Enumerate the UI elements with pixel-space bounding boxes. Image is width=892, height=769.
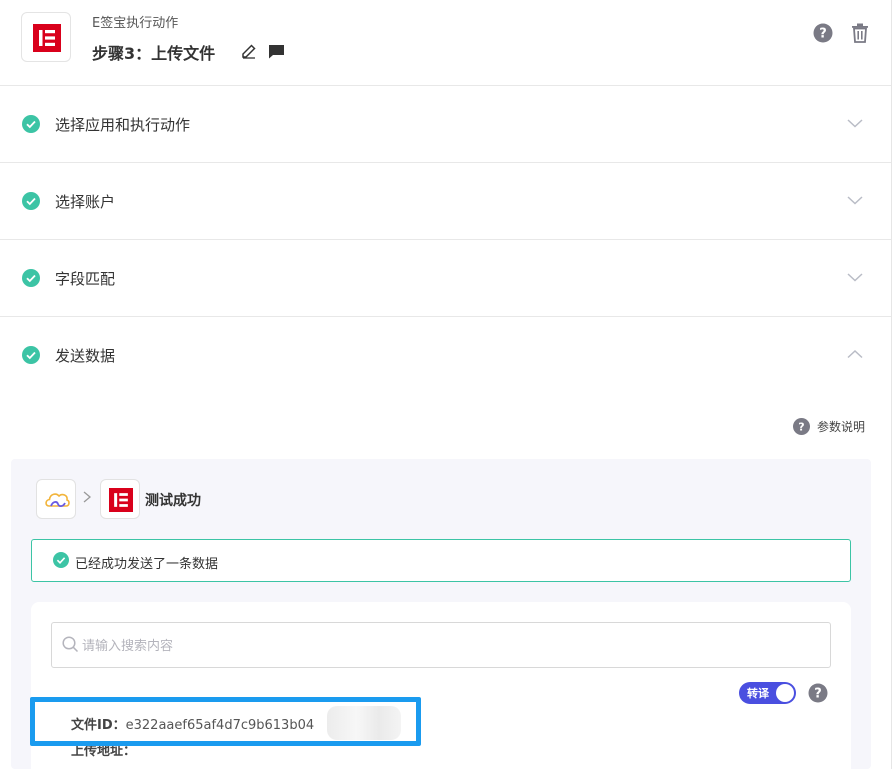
translate-label: 转译 — [747, 687, 769, 700]
svg-text:?: ? — [814, 687, 822, 702]
check-circle-icon — [22, 115, 40, 133]
param-help-link[interactable]: ? 参数说明 — [793, 417, 865, 435]
svg-text:?: ? — [819, 27, 827, 42]
search-icon — [62, 636, 79, 653]
app-name: E签宝执行动作 — [92, 16, 179, 31]
section-select-app[interactable]: 选择应用和执行动作 — [0, 86, 891, 163]
check-circle-icon — [22, 269, 40, 287]
comment-icon[interactable] — [268, 44, 285, 59]
help-icon[interactable]: ? — [808, 683, 828, 703]
success-message: 已经成功发送了一条数据 — [75, 557, 219, 572]
help-icon[interactable]: ? — [813, 23, 833, 43]
section-label: 发送数据 — [55, 347, 116, 365]
step-title: 步骤3：上传文件 — [92, 44, 216, 63]
chevron-up-icon[interactable] — [846, 348, 864, 360]
search-input[interactable] — [82, 635, 782, 657]
toggle-knob — [776, 684, 794, 702]
field-upload-url-value-clipped — [71, 762, 771, 769]
section-send-data[interactable]: 发送数据 — [0, 317, 891, 394]
trigger-app-icon — [36, 479, 76, 519]
translate-toggle[interactable]: 转译 — [739, 682, 796, 704]
esign-app-logo — [21, 12, 71, 62]
step-header: E签宝执行动作 步骤3：上传文件 ? — [0, 0, 891, 86]
chevron-down-icon[interactable] — [846, 271, 864, 283]
svg-text:?: ? — [798, 420, 804, 433]
action-config-page: E签宝执行动作 步骤3：上传文件 ? 选择应用和执行动作 选择账户 字段匹配 发… — [0, 0, 892, 769]
chevron-right-icon — [83, 491, 92, 503]
section-label: 字段匹配 — [55, 270, 116, 288]
section-label: 选择账户 — [55, 193, 116, 211]
chevron-down-icon[interactable] — [846, 194, 864, 206]
check-circle-icon — [53, 552, 69, 568]
edit-icon[interactable] — [241, 43, 257, 59]
test-status: 测试成功 — [145, 493, 201, 509]
check-circle-icon — [22, 346, 40, 364]
help-icon: ? — [793, 417, 810, 435]
param-help-label: 参数说明 — [817, 419, 866, 434]
trash-icon[interactable] — [851, 23, 869, 43]
search-box[interactable] — [51, 622, 831, 668]
check-circle-icon — [22, 192, 40, 210]
annotation-highlight-box — [30, 697, 421, 746]
success-alert: 已经成功发送了一条数据 — [31, 539, 851, 582]
chevron-down-icon[interactable] — [846, 117, 864, 129]
section-label: 选择应用和执行动作 — [55, 116, 191, 134]
section-field-mapping[interactable]: 字段匹配 — [0, 240, 891, 317]
esign-app-icon — [100, 479, 140, 519]
section-select-account[interactable]: 选择账户 — [0, 163, 891, 240]
cloud-icon — [45, 493, 70, 508]
